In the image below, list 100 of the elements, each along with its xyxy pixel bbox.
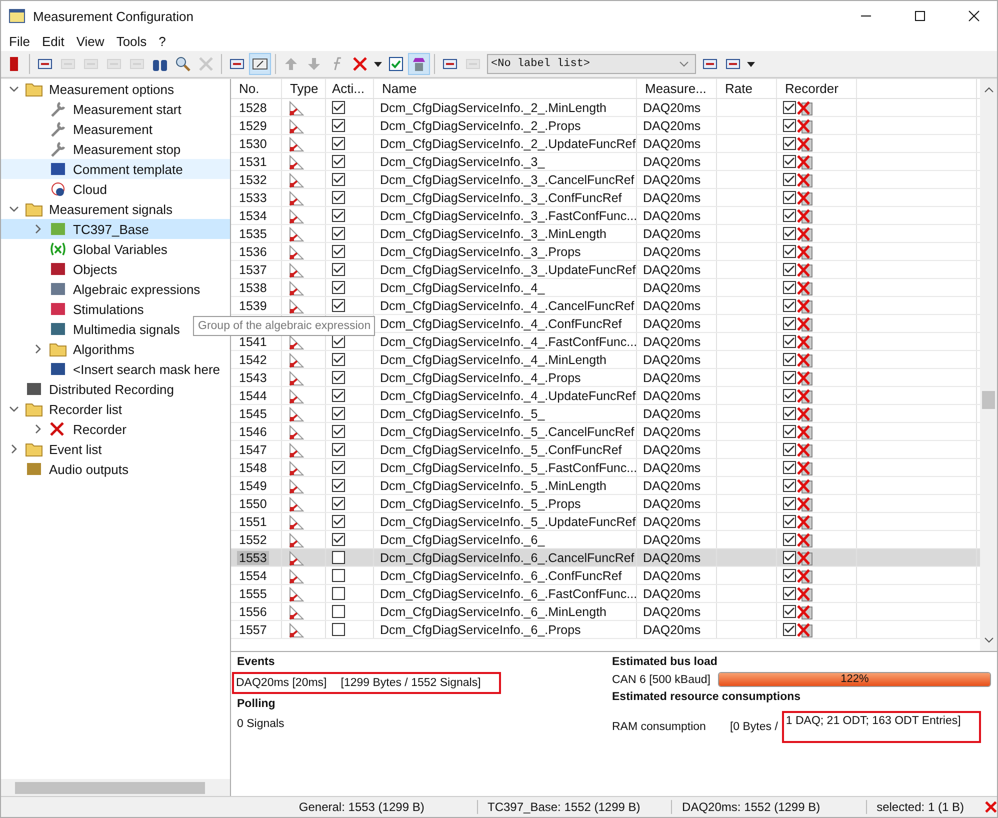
recorder-checkbox[interactable] [783, 101, 796, 114]
active-checkbox[interactable] [332, 263, 345, 276]
recorder-checkbox[interactable] [783, 371, 796, 384]
recorder-checkbox[interactable] [783, 137, 796, 150]
active-checkbox[interactable] [332, 353, 345, 366]
tree-item[interactable]: <Insert search mask here [1, 359, 222, 379]
active-checkbox[interactable] [332, 443, 345, 456]
tree-item[interactable]: Comment template [1, 159, 230, 179]
recorder-checkbox[interactable] [783, 623, 796, 636]
table-row[interactable]: 1549 Dcm_CfgDiagServiceInfo._5_.MinLength DAQ20ms [231, 477, 980, 495]
tree-item[interactable]: Algebraic expressions [1, 279, 202, 299]
chevron-right-icon[interactable] [33, 424, 43, 434]
menu-item[interactable]: View [70, 34, 110, 48]
recorder-checkbox[interactable] [783, 533, 796, 546]
tree-item[interactable]: Objects [1, 259, 120, 279]
chevron-right-icon[interactable] [33, 224, 43, 234]
tree-item[interactable]: Measurement [1, 119, 154, 139]
toolbar-button[interactable] [249, 53, 271, 75]
chevron-down-icon[interactable] [9, 84, 19, 94]
tree-item[interactable]: Stimulations [1, 299, 146, 319]
tree-item[interactable]: Cloud [1, 179, 109, 199]
tree-item[interactable]: Distributed Recording [1, 379, 176, 399]
close-icon[interactable] [968, 10, 980, 22]
active-checkbox[interactable] [332, 371, 345, 384]
active-checkbox[interactable] [332, 155, 345, 168]
table-row[interactable]: 1553 Dcm_CfgDiagServiceInfo._6_.CancelFuncRef DAQ20ms [231, 549, 980, 567]
recorder-checkbox[interactable] [783, 227, 796, 240]
recorder-checkbox[interactable] [783, 173, 796, 186]
active-checkbox[interactable] [332, 191, 345, 204]
tree-item[interactable]: Multimedia signals [1, 319, 182, 339]
active-checkbox[interactable] [332, 101, 345, 114]
table-row[interactable]: 1550 Dcm_CfgDiagServiceInfo._5_.Props DAQ20ms [231, 495, 980, 513]
scroll-up-icon[interactable] [984, 87, 994, 93]
recorder-checkbox[interactable] [783, 551, 796, 564]
active-checkbox[interactable] [332, 227, 345, 240]
menu-item[interactable]: Tools [110, 34, 153, 48]
active-checkbox[interactable] [332, 407, 345, 420]
column-header[interactable]: No. [231, 79, 282, 98]
recorder-checkbox[interactable] [783, 317, 796, 330]
recorder-checkbox[interactable] [783, 335, 796, 348]
active-checkbox[interactable] [332, 137, 345, 150]
tree-item[interactable]: Recorder [1, 419, 128, 439]
chevron-down-icon[interactable] [9, 404, 19, 414]
tree-item[interactable]: Measurement start [1, 99, 184, 119]
column-header[interactable]: Rate [717, 79, 777, 98]
active-checkbox[interactable] [332, 533, 345, 546]
active-checkbox[interactable] [332, 551, 345, 564]
table-row[interactable]: 1547 Dcm_CfgDiagServiceInfo._5_.ConfFuncRef DAQ20ms [231, 441, 980, 459]
tree-item[interactable]: Measurement stop [1, 139, 183, 159]
active-checkbox[interactable] [332, 479, 345, 492]
table-row[interactable]: 1544 Dcm_CfgDiagServiceInfo._4_.UpdateFuncRef DAQ20ms [231, 387, 980, 405]
table-row[interactable]: 1531 Dcm_CfgDiagServiceInfo._3_ DAQ20ms [231, 153, 980, 171]
table-row[interactable]: 1536 Dcm_CfgDiagServiceInfo._3_.Props DAQ20ms [231, 243, 980, 261]
table-row[interactable]: 1545 Dcm_CfgDiagServiceInfo._5_ DAQ20ms [231, 405, 980, 423]
active-checkbox[interactable] [332, 299, 345, 312]
recorder-checkbox[interactable] [783, 443, 796, 456]
table-row[interactable]: 1530 Dcm_CfgDiagServiceInfo._2_.UpdateFuncRef DAQ20ms [231, 135, 980, 153]
active-checkbox[interactable] [332, 569, 345, 582]
maximize-icon[interactable] [914, 10, 926, 22]
table-row[interactable]: 1542 Dcm_CfgDiagServiceInfo._4_.MinLength DAQ20ms [231, 351, 980, 369]
chevron-right-icon[interactable] [9, 444, 19, 454]
recorder-checkbox[interactable] [783, 407, 796, 420]
toolbar-button[interactable] [408, 53, 430, 75]
column-header[interactable]: Recorder [777, 79, 857, 98]
recorder-checkbox[interactable] [783, 425, 796, 438]
recorder-checkbox[interactable] [783, 515, 796, 528]
column-header[interactable]: Measure... [637, 79, 717, 98]
column-header[interactable]: Type [282, 79, 326, 98]
recorder-checkbox[interactable] [783, 191, 796, 204]
column-header[interactable]: Name [374, 79, 637, 98]
recorder-checkbox[interactable] [783, 353, 796, 366]
active-checkbox[interactable] [332, 497, 345, 510]
table-row[interactable]: 1543 Dcm_CfgDiagServiceInfo._4_.Props DAQ20ms [231, 369, 980, 387]
recorder-checkbox[interactable] [783, 569, 796, 582]
recorder-checkbox[interactable] [783, 245, 796, 258]
recorder-checkbox[interactable] [783, 497, 796, 510]
scroll-thumb[interactable] [982, 391, 995, 409]
table-row[interactable]: 1557 Dcm_CfgDiagServiceInfo._6_.Props DAQ20ms [231, 621, 980, 639]
table-row[interactable]: 1555 Dcm_CfgDiagServiceInfo._6_.FastConfFunc... DAQ20ms [231, 585, 980, 603]
active-checkbox[interactable] [332, 209, 345, 222]
scroll-down-icon[interactable] [984, 637, 994, 643]
active-checkbox[interactable] [332, 335, 345, 348]
table-row[interactable]: 1535 Dcm_CfgDiagServiceInfo._3_.MinLength DAQ20ms [231, 225, 980, 243]
tree-item[interactable]: Algorithms [1, 339, 136, 359]
tree-item[interactable]: Event list [1, 439, 104, 459]
table-row[interactable]: 1537 Dcm_CfgDiagServiceInfo._3_.UpdateFuncRef DAQ20ms [231, 261, 980, 279]
recorder-checkbox[interactable] [783, 209, 796, 222]
menu-item[interactable]: File [3, 34, 36, 48]
active-checkbox[interactable] [332, 389, 345, 402]
active-checkbox[interactable] [332, 173, 345, 186]
menu-item[interactable]: Edit [36, 34, 70, 48]
table-row[interactable]: 1556 Dcm_CfgDiagServiceInfo._6_.MinLength DAQ20ms [231, 603, 980, 621]
active-checkbox[interactable] [332, 119, 345, 132]
column-header[interactable]: Acti... [326, 79, 374, 98]
active-checkbox[interactable] [332, 623, 345, 636]
tree-item[interactable]: Measurement signals [1, 199, 175, 219]
tree-item[interactable]: TC397_Base [1, 219, 230, 239]
active-checkbox[interactable] [332, 515, 345, 528]
label-combo[interactable]: <No label list> [487, 54, 696, 74]
table-row[interactable]: 1534 Dcm_CfgDiagServiceInfo._3_.FastConfFunc... DAQ20ms [231, 207, 980, 225]
